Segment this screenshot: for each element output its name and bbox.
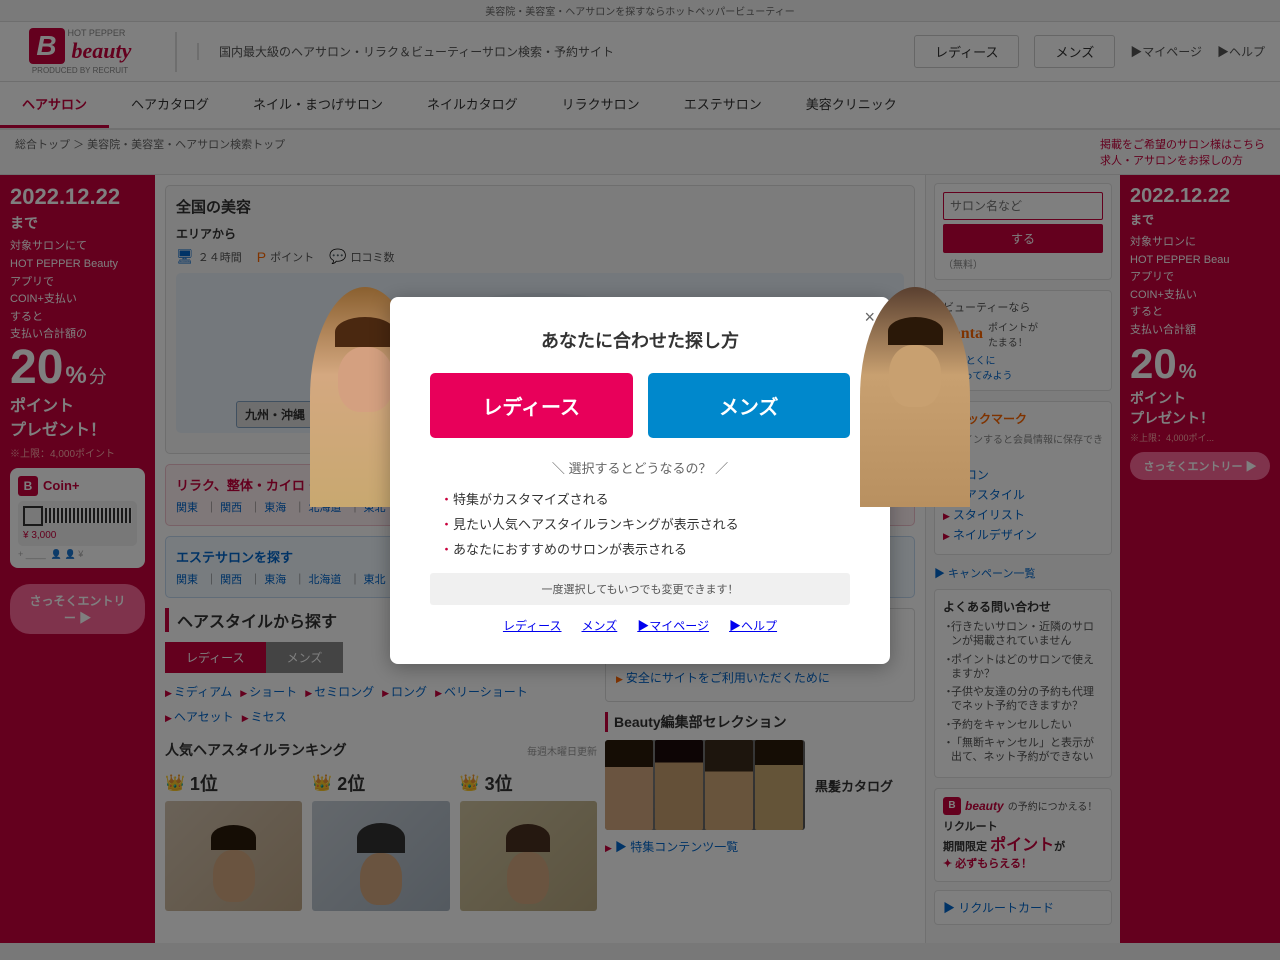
modal-right-face xyxy=(889,345,941,407)
modal-feature-2: 見たい人気ヘアスタイルランキングが表示される xyxy=(440,514,840,533)
modal-features: 特集がカスタマイズされる 見たい人気ヘアスタイルランキングが表示される あなたに… xyxy=(430,489,850,558)
modal-gender-buttons: レディース メンズ xyxy=(430,373,850,438)
modal-bottom-links: レディース メンズ ▶マイページ ▶ヘルプ xyxy=(430,617,850,634)
modal-right-person-img xyxy=(860,287,970,507)
modal-link-help[interactable]: ▶ヘルプ xyxy=(729,617,777,634)
modal-link-mypage[interactable]: ▶マイページ xyxy=(637,617,709,634)
modal: × あなたに合わせた探し方 レディース メンズ ＼ 選択するとどうなるの？ ／ … xyxy=(390,297,890,664)
modal-mens-button[interactable]: メンズ xyxy=(648,373,851,438)
modal-link-mens[interactable]: メンズ xyxy=(582,617,618,634)
modal-title: あなたに合わせた探し方 xyxy=(430,327,850,353)
modal-feature-1: 特集がカスタマイズされる xyxy=(440,489,840,508)
modal-right-hair xyxy=(888,317,943,345)
modal-right-person xyxy=(860,287,970,507)
modal-what-text: ＼ 選択するとどうなるの？ ／ xyxy=(430,458,850,477)
modal-ladies-button[interactable]: レディース xyxy=(430,373,633,438)
modal-left-hair xyxy=(335,317,395,347)
modal-container: × あなたに合わせた探し方 レディース メンズ ＼ 選択するとどうなるの？ ／ … xyxy=(390,297,890,664)
modal-left-face xyxy=(338,347,393,412)
modal-feature-3: あなたにおすすめのサロンが表示される xyxy=(440,539,840,558)
modal-link-ladies[interactable]: レディース xyxy=(503,617,562,634)
modal-overlay[interactable]: × あなたに合わせた探し方 レディース メンズ ＼ 選択するとどうなるの？ ／ … xyxy=(0,0,1280,960)
modal-change-note: 一度選択してもいつでも変更できます！ xyxy=(430,573,850,605)
